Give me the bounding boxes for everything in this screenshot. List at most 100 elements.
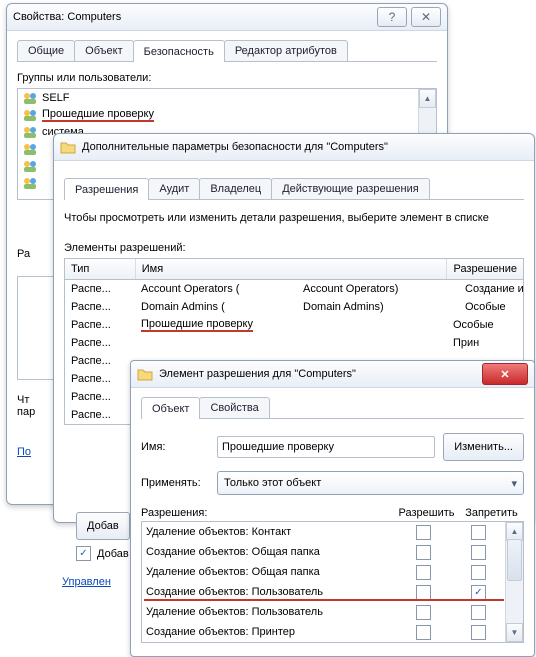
add-checkbox-label: Добав <box>97 548 129 560</box>
tab-object[interactable]: Объект <box>141 397 200 419</box>
deny-cell <box>451 605 506 620</box>
manage-link[interactable]: Управлен <box>62 576 111 588</box>
tab-permissions[interactable]: Разрешения <box>64 178 149 200</box>
hint-text: Чтобы просмотреть или изменить детали ра… <box>64 212 524 224</box>
scrollbar[interactable]: ▲ ▼ <box>505 522 523 642</box>
deny-cell: ✓ <box>451 585 506 600</box>
scroll-up-button[interactable]: ▲ <box>419 89 436 108</box>
window-title: Свойства: Computers <box>13 11 377 23</box>
allow-checkbox[interactable] <box>416 585 431 600</box>
allow-checkbox[interactable] <box>416 565 431 580</box>
tab-object[interactable]: Объект <box>74 40 133 61</box>
allow-cell <box>396 545 451 560</box>
permissions-header: Разрешения: <box>141 507 394 519</box>
window-title: Дополнительные параметры безопасности дл… <box>82 141 528 153</box>
scroll-thumb[interactable] <box>507 539 522 581</box>
deny-checkbox[interactable] <box>471 545 486 560</box>
group-icon <box>22 124 38 140</box>
deny-checkbox[interactable] <box>471 525 486 540</box>
group-icon <box>22 175 38 191</box>
permission-label: Создание объектов: Принтер <box>142 626 396 638</box>
allow-cell <box>396 585 451 600</box>
group-icon <box>22 90 38 106</box>
tab-attribute-editor[interactable]: Редактор атрибутов <box>224 40 348 61</box>
properties-tabs: Общие Объект Безопасность Редактор атриб… <box>17 39 437 62</box>
permission-label: Удаление объектов: Пользователь <box>142 606 396 618</box>
permission-row: Создание объектов: Принтер <box>142 622 506 642</box>
entry-tabs: Объект Свойства <box>141 396 524 419</box>
allow-checkbox[interactable] <box>416 525 431 540</box>
deny-checkbox[interactable]: ✓ <box>471 585 486 600</box>
list-item[interactable]: SELF <box>18 89 436 106</box>
table-row[interactable]: Распе... Прин <box>65 334 523 352</box>
elements-label: Элементы разрешений: <box>64 242 524 254</box>
name-label: Имя: <box>141 441 209 453</box>
help-button[interactable]: ? <box>377 7 407 27</box>
deny-checkbox[interactable] <box>471 605 486 620</box>
groups-users-label: Группы или пользователи: <box>17 72 437 84</box>
tab-audit[interactable]: Аудит <box>148 178 200 199</box>
add-button[interactable]: Добав <box>76 512 130 540</box>
group-icon <box>22 141 38 157</box>
header-name[interactable]: Имя <box>136 259 448 279</box>
table-row[interactable]: Распе... Domain Admins ( Domain Admins) … <box>65 298 523 316</box>
tab-owner[interactable]: Владелец <box>199 178 272 199</box>
help-link[interactable]: По <box>17 446 31 458</box>
change-button[interactable]: Изменить... <box>443 433 524 461</box>
permission-row: Удаление объектов: Общая папка <box>142 562 506 582</box>
tab-general[interactable]: Общие <box>17 40 75 61</box>
group-icon <box>22 158 38 174</box>
allow-checkbox[interactable] <box>416 545 431 560</box>
table-row[interactable]: Распе... Account Operators ( Account Ope… <box>65 280 523 298</box>
window-title: Элемент разрешения для "Computers" <box>159 368 482 380</box>
folder-icon <box>60 139 76 155</box>
deny-cell <box>451 545 506 560</box>
name-field: Прошедшие проверку <box>217 436 435 458</box>
close-button[interactable]: ✕ <box>411 7 441 27</box>
close-icon: ✕ <box>500 368 509 381</box>
tab-security[interactable]: Безопасность <box>133 40 225 62</box>
table-header: Тип Имя Разрешение <box>64 258 524 280</box>
folder-icon <box>137 366 153 382</box>
allow-header: Разрешить <box>394 507 459 519</box>
tab-effective[interactable]: Действующие разрешения <box>271 178 429 199</box>
deny-checkbox[interactable] <box>471 565 486 580</box>
list-item-label: SELF <box>42 92 70 104</box>
permission-row: Удаление объектов: Пользователь <box>142 602 506 622</box>
tab-properties[interactable]: Свойства <box>199 397 269 418</box>
permission-row: Удаление объектов: Контакт <box>142 522 506 542</box>
deny-cell <box>451 625 506 640</box>
permission-label: Создание объектов: Пользователь <box>142 586 396 598</box>
header-type[interactable]: Тип <box>65 259 136 279</box>
permission-label: Удаление объектов: Контакт <box>142 526 396 538</box>
titlebar[interactable]: Дополнительные параметры безопасности дл… <box>54 134 534 161</box>
highlight-underline <box>144 599 504 601</box>
allow-cell <box>396 625 451 640</box>
deny-cell <box>451 565 506 580</box>
add-checkbox-row[interactable]: ✓ Добав <box>76 546 129 561</box>
permission-label: Создание объектов: Общая папка <box>142 546 396 558</box>
scroll-down-button[interactable]: ▼ <box>506 623 523 642</box>
add-checkbox[interactable]: ✓ <box>76 546 91 561</box>
apply-select[interactable]: Только этот объект <box>217 471 524 495</box>
authenticated-users-label: Прошедшие проверку <box>141 318 253 332</box>
list-item-label: Прошедшие проверку <box>42 108 154 122</box>
permissions-list[interactable]: Удаление объектов: Контакт Создание объек… <box>141 521 524 643</box>
group-icon <box>22 107 38 123</box>
list-item[interactable]: Прошедшие проверку <box>18 106 436 123</box>
apply-label: Применять: <box>141 477 209 489</box>
deny-header: Запретить <box>459 507 524 519</box>
permission-entry-window: Элемент разрешения для "Computers" ✕ Объ… <box>130 360 535 657</box>
allow-checkbox[interactable] <box>416 625 431 640</box>
titlebar[interactable]: Свойства: Computers ? ✕ <box>7 4 447 31</box>
close-button[interactable]: ✕ <box>482 363 528 385</box>
table-row[interactable]: Распе... Прошедшие проверку Особые <box>65 316 523 334</box>
permission-label: Удаление объектов: Общая папка <box>142 566 396 578</box>
deny-checkbox[interactable] <box>471 625 486 640</box>
header-perm[interactable]: Разрешение <box>447 259 523 279</box>
allow-cell <box>396 605 451 620</box>
allow-checkbox[interactable] <box>416 605 431 620</box>
allow-cell <box>396 525 451 540</box>
allow-cell <box>396 565 451 580</box>
titlebar[interactable]: Элемент разрешения для "Computers" ✕ <box>131 361 534 388</box>
